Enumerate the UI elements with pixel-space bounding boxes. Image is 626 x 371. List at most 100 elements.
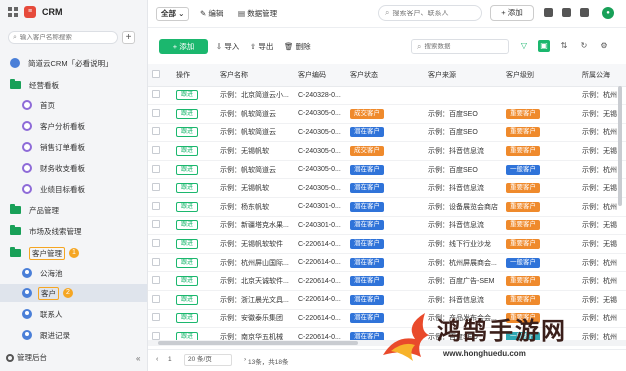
add-record-button[interactable]: + 添加 [159, 39, 208, 54]
customer-name-cell[interactable]: 示例：无锡帆软 [216, 141, 294, 161]
sidebar-group-marketing[interactable]: 市场及线索管理 [0, 222, 147, 240]
row-checkbox[interactable] [152, 239, 160, 248]
row-checkbox[interactable] [152, 332, 160, 340]
follow-up-button[interactable]: 跟进 [176, 90, 199, 101]
avatar[interactable]: ● [602, 7, 614, 19]
customer-name-cell[interactable]: 示例：帆软简道云 [216, 160, 294, 180]
follow-up-button[interactable]: 跟进 [176, 257, 199, 268]
next-page-icon[interactable]: › [244, 356, 246, 363]
select-all-cell[interactable] [148, 64, 172, 87]
table-row[interactable]: 跟进 示例：新疆塔克水果... C-240301-0... 潜在客户 示例：抖音信息流重… [148, 216, 626, 236]
bell-icon[interactable] [562, 8, 571, 17]
customer-name-cell[interactable]: 示例：无锡帆软 [216, 178, 294, 199]
follow-up-button[interactable]: 跟进 [176, 294, 199, 305]
data-search[interactable]: ⌕ [411, 39, 509, 54]
data-search-input[interactable] [424, 43, 503, 50]
sidebar-item-guide[interactable]: 简道云CRM「必看说明」 [0, 54, 147, 72]
sidebar-item-public-pool[interactable]: 公海池 [0, 264, 147, 282]
follow-up-button[interactable]: 跟进 [176, 108, 199, 119]
follow-up-button[interactable]: 跟进 [176, 164, 199, 175]
row-checkbox[interactable] [152, 183, 160, 192]
customer-name-cell[interactable]: 示例：浙江晨光文具... [216, 290, 294, 310]
data-manage-link[interactable]: ▤ 数据管理 [238, 8, 277, 19]
column-header[interactable]: 客户级别 [502, 64, 578, 87]
sidebar-item-finance[interactable]: 财务收支看板 [0, 159, 147, 177]
row-checkbox[interactable] [152, 108, 160, 117]
follow-up-button[interactable]: 跟进 [176, 220, 199, 231]
row-checkbox[interactable] [152, 146, 160, 155]
apps-grid-icon[interactable] [8, 7, 18, 17]
customer-name-cell[interactable]: 示例：帆软简道云 [216, 123, 294, 143]
table-row[interactable]: 跟进 示例：帆软简道云 C-240305-0... 潜在客户 示例：百度SEO 一般客户示… [148, 160, 626, 180]
global-search-input[interactable] [392, 9, 473, 17]
table-row[interactable]: 跟进 示例：北京天诚软件... C-220614-0... 潜在客户 示例：百度广告-S… [148, 271, 626, 292]
global-add-button[interactable]: + 添加 [490, 5, 534, 21]
row-select-cell[interactable] [148, 290, 172, 310]
prev-page-icon[interactable]: ‹ [156, 356, 158, 363]
vertical-scrollbar[interactable] [617, 86, 623, 336]
sidebar-item-targets[interactable]: 业绩目标看板 [0, 180, 147, 198]
row-select-cell[interactable] [148, 141, 172, 161]
global-search[interactable]: ⌕ [378, 5, 482, 21]
import-button[interactable]: ⇩ 导入 [216, 41, 239, 52]
customer-name-cell[interactable]: 示例：北京简道云小... [216, 86, 294, 106]
collapse-sidebar-icon[interactable]: « [136, 354, 140, 363]
column-header[interactable]: 所属公海 [578, 64, 626, 87]
row-select-cell[interactable] [148, 271, 172, 292]
follow-up-button[interactable]: 跟进 [176, 146, 199, 157]
column-header[interactable]: 客户编码 [294, 64, 346, 87]
row-checkbox[interactable] [152, 127, 160, 136]
sidebar-item-customers[interactable]: 客户 2 [0, 284, 147, 302]
row-checkbox[interactable] [152, 294, 160, 303]
row-select-cell[interactable] [148, 253, 172, 273]
admin-link[interactable]: 管理后台 [6, 352, 47, 363]
row-select-cell[interactable] [148, 104, 172, 124]
follow-up-button[interactable]: 跟进 [176, 201, 199, 212]
page-size-select[interactable]: 20 条/页 [184, 354, 232, 366]
sidebar-item-followups[interactable]: 跟进记录 [0, 326, 147, 344]
sidebar-group-products[interactable]: 产品管理 [0, 201, 147, 219]
table-row[interactable]: 跟进 示例：无锡帆软 C-240305-0... 成交客户 示例：抖音信息流 重要客户 示例… [148, 141, 626, 161]
sidebar-search[interactable]: ⌕ [8, 31, 118, 44]
row-checkbox[interactable] [152, 276, 160, 285]
row-checkbox[interactable] [152, 164, 160, 173]
follow-up-button[interactable]: 跟进 [176, 127, 199, 138]
row-select-cell[interactable] [148, 197, 172, 217]
customer-name-cell[interactable]: 示例：帆软简道云 [216, 104, 294, 124]
sidebar-group-dashboard[interactable]: 经营看板 [0, 76, 147, 94]
sidebar-item-sales-orders[interactable]: 销售订单看板 [0, 138, 147, 156]
page-number[interactable]: 1 [168, 356, 172, 363]
customer-name-cell[interactable]: 示例：安徽泰乐集团 [216, 309, 294, 329]
sidebar-group-customers[interactable]: 客户管理 1 [0, 244, 147, 262]
table-row[interactable]: 跟进 示例：北京简道云小... C-240328-0... 示例：杭州 [148, 86, 626, 106]
table-row[interactable]: 跟进 示例：无锡帆软软件 C-220614-0... 潜在客户 示例：线下行业沙龙 重要客… [148, 234, 626, 254]
table-row[interactable]: 跟进 示例：杭州屏山国际... C-220614-0... 潜在客户 示例：杭州屏展商会… [148, 253, 626, 273]
settings-icon[interactable]: ⚙ [598, 40, 610, 52]
follow-up-button[interactable]: 跟进 [176, 183, 199, 194]
row-checkbox[interactable] [152, 90, 160, 99]
table-row[interactable]: 跟进 示例：杨东帆软 C-240301-0... 潜在客户 示例：设备展览会商店 重要客户… [148, 197, 626, 217]
table-row[interactable]: 跟进 示例：帆软简道云 C-240305-0... 成交客户 示例：百度SEO 重要客户示… [148, 104, 626, 124]
row-select-cell[interactable] [148, 123, 172, 143]
follow-up-button[interactable]: 跟进 [176, 313, 199, 324]
refresh-icon[interactable]: ↻ [578, 40, 590, 52]
row-select-cell[interactable] [148, 86, 172, 106]
calendar-icon[interactable] [544, 8, 553, 17]
export-button[interactable]: ⇧ 导出 [250, 41, 273, 52]
customer-name-cell[interactable]: 示例：北京天诚软件... [216, 271, 294, 292]
row-select-cell[interactable] [148, 178, 172, 199]
column-header[interactable]: 操作 [172, 64, 216, 87]
column-header[interactable]: 客户状态 [346, 64, 424, 87]
view-icon[interactable]: ▣ [538, 40, 550, 52]
row-checkbox[interactable] [152, 220, 160, 229]
sidebar-search-input[interactable] [19, 34, 110, 41]
row-select-cell[interactable] [148, 160, 172, 180]
column-header[interactable]: 客户来源 [424, 64, 502, 87]
follow-up-button[interactable]: 跟进 [176, 276, 199, 287]
row-select-cell[interactable] [148, 327, 172, 340]
customer-name-cell[interactable]: 示例：无锡帆软软件 [216, 234, 294, 254]
customer-name-cell[interactable]: 示例：新疆塔克水果... [216, 216, 294, 236]
follow-up-button[interactable]: 跟进 [176, 332, 199, 340]
sidebar-item-home[interactable]: 首页 [0, 96, 147, 114]
scope-dropdown[interactable]: 全部 ⌄ [156, 7, 190, 21]
